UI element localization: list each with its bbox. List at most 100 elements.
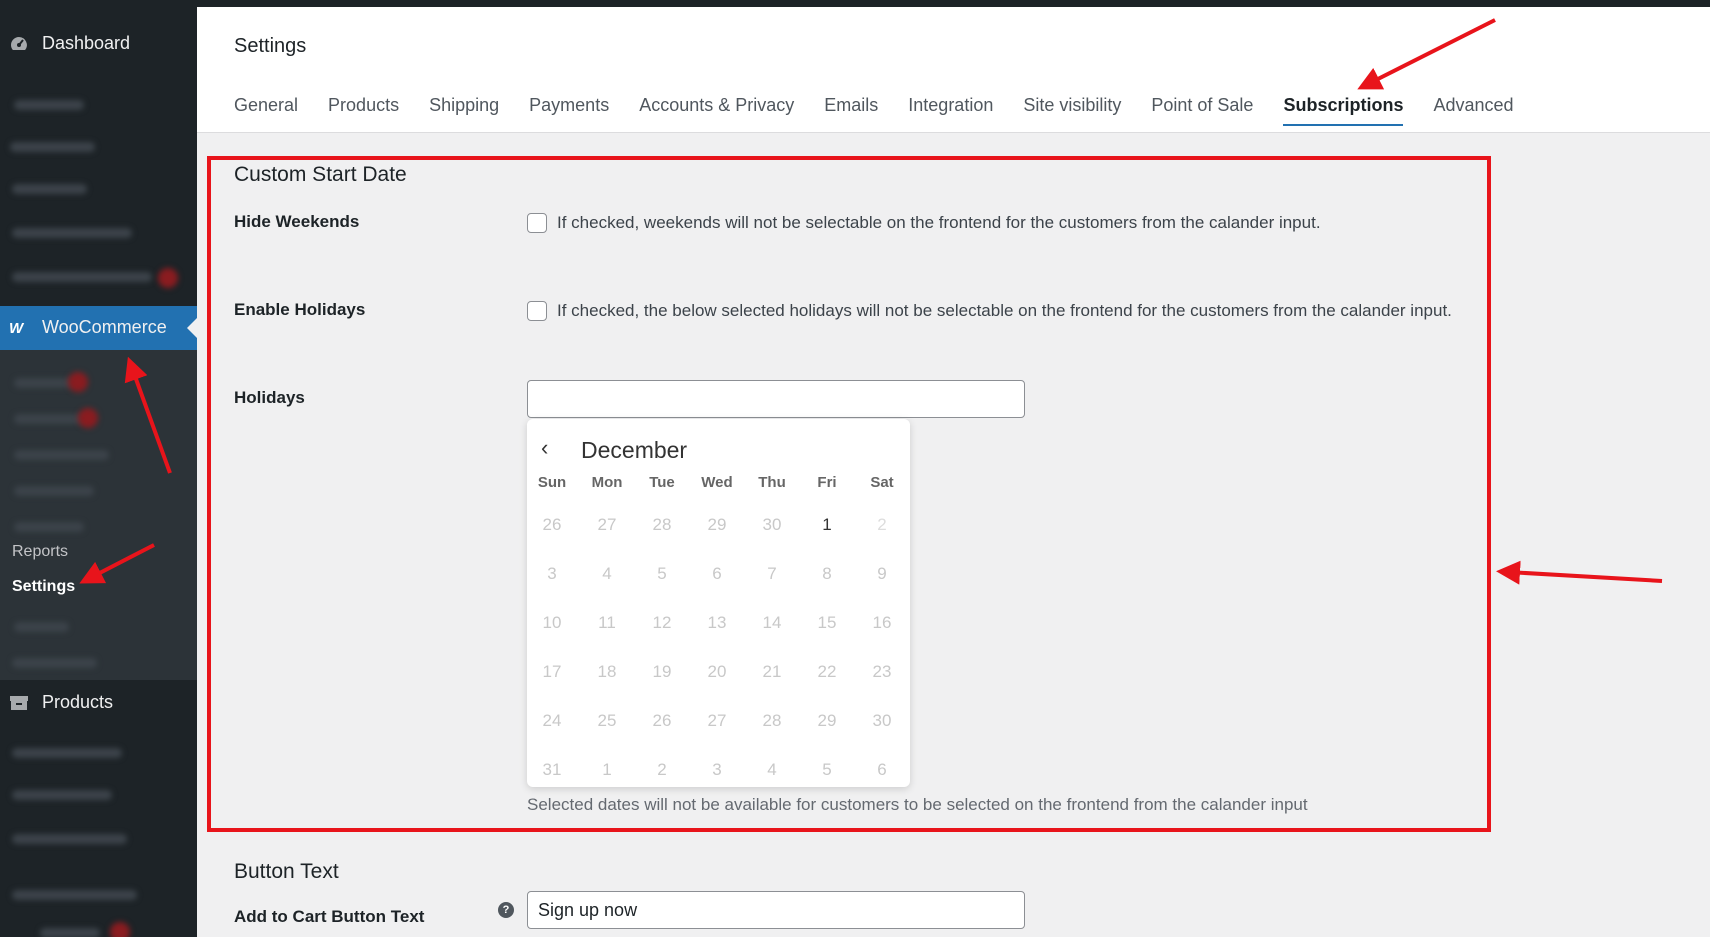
page-title: Settings (234, 35, 307, 57)
tab-point-of-sale[interactable]: Point of Sale (1151, 95, 1253, 126)
calendar-day: 1 (602, 760, 612, 779)
calendar-day: 6 (712, 564, 722, 583)
holidays-label: Holidays (234, 388, 305, 407)
sidebar-item-products[interactable]: Products (0, 683, 197, 723)
archive-box-icon (10, 696, 28, 710)
sidebar-subitem-settings[interactable]: Settings (12, 578, 75, 596)
calendar-day: 24 (542, 711, 562, 730)
settings-main: Settings General Products Shipping Payme… (197, 7, 1710, 937)
calendar-day: 22 (817, 662, 837, 681)
tab-advanced[interactable]: Advanced (1433, 95, 1513, 126)
hide-weekends-label: Hide Weekends (234, 212, 360, 231)
calendar-day: 19 (652, 662, 672, 681)
calendar-day: 23 (872, 662, 892, 681)
blurred-menu-item (12, 748, 122, 758)
tab-site-visibility[interactable]: Site visibility (1023, 95, 1121, 126)
sidebar-subitem-reports[interactable]: Reports (12, 543, 68, 561)
calendar-day: 26 (652, 711, 672, 730)
woocommerce-submenu: Reports Settings (0, 350, 197, 680)
calendar-weekday-header: Sun (537, 474, 567, 491)
calendar-day: 9 (877, 564, 887, 583)
tab-subscriptions[interactable]: Subscriptions (1283, 95, 1404, 126)
calendar-day: 4 (602, 564, 612, 583)
calendar-day: 25 (597, 711, 617, 730)
calendar-day: 14 (762, 613, 782, 632)
calendar-day: 2 (657, 760, 667, 779)
svg-text:W: W (9, 320, 25, 337)
calendar-day: 15 (817, 613, 837, 632)
blurred-submenu-item (14, 414, 84, 424)
hide-weekends-checkbox[interactable] (527, 213, 547, 233)
calendar-day: 8 (822, 564, 832, 583)
blurred-count-badge (158, 268, 178, 288)
calendar-day: 26 (542, 515, 562, 534)
calendar-day: 3 (712, 760, 722, 779)
blurred-menu-item (12, 790, 112, 800)
blurred-count-badge (68, 372, 88, 392)
calendar-weekday-header: Sat (870, 474, 894, 491)
calendar-weekday-header: Fri (817, 474, 837, 491)
calendar-day: 30 (762, 515, 782, 534)
calendar-day: 6 (877, 760, 887, 779)
admin-top-bar (0, 0, 1710, 7)
blurred-menu-item (12, 834, 127, 844)
calendar-day: 27 (597, 515, 617, 534)
add-to-cart-button-text-input[interactable]: Sign up now (527, 891, 1025, 929)
chevron-left-icon[interactable]: ‹ (541, 435, 548, 461)
tab-products[interactable]: Products (328, 95, 399, 126)
holiday-calendar-popup: ‹ December Sun Mon Tue Wed Thu Fri Sat 26 27 28 29… (527, 419, 910, 787)
section-title-button-text: Button Text (234, 860, 339, 883)
tab-general[interactable]: General (234, 95, 298, 126)
calendar-day: 18 (597, 662, 617, 681)
calendar-day: 29 (707, 515, 727, 534)
blurred-count-badge (78, 408, 98, 428)
blurred-menu-item (14, 100, 84, 110)
tab-accounts-privacy[interactable]: Accounts & Privacy (639, 95, 794, 126)
sidebar-item-dashboard[interactable]: Dashboard (0, 24, 197, 64)
sidebar-item-label: WooCommerce (42, 317, 167, 337)
tab-emails[interactable]: Emails (824, 95, 878, 126)
blurred-submenu-item (14, 486, 94, 496)
blurred-menu-item (12, 184, 87, 194)
blurred-menu-item (10, 142, 95, 152)
calendar-day: 16 (872, 613, 892, 632)
calendar-day: 28 (762, 711, 782, 730)
blurred-submenu-item (12, 658, 97, 668)
calendar-day: 27 (707, 711, 727, 730)
calendar-day: 13 (707, 613, 727, 632)
calendar-day[interactable]: 1 (802, 515, 852, 535)
sidebar-item-label: Products (42, 692, 114, 712)
blurred-menu-item (12, 228, 132, 238)
current-menu-pointer (187, 318, 197, 338)
calendar-day: 21 (762, 662, 782, 681)
tab-shipping[interactable]: Shipping (429, 95, 499, 126)
blurred-menu-item (12, 272, 152, 282)
calendar-day: 20 (707, 662, 727, 681)
calendar-day: 4 (767, 760, 777, 779)
calendar-day: 10 (542, 613, 562, 632)
blurred-submenu-item (14, 622, 69, 632)
hide-weekends-description: If checked, weekends will not be selecta… (557, 213, 1321, 232)
tab-integration[interactable]: Integration (908, 95, 993, 126)
tab-payments[interactable]: Payments (529, 95, 609, 126)
enable-holidays-description: If checked, the below selected holidays … (557, 301, 1452, 320)
calendar-day: 5 (657, 564, 667, 583)
calendar-day: 7 (767, 564, 777, 583)
calendar-day: 2 (877, 515, 887, 534)
blurred-submenu-item (14, 378, 74, 388)
calendar-day: 30 (872, 711, 892, 730)
help-question-icon[interactable]: ? (498, 902, 514, 918)
holidays-date-input[interactable] (527, 380, 1025, 418)
calendar-weekday-header: Thu (758, 474, 786, 491)
admin-sidebar: Dashboard W WooCommerce Reports Settings… (0, 0, 197, 937)
holidays-help-text: Selected dates will not be available for… (527, 795, 1308, 814)
blurred-submenu-item (14, 450, 109, 460)
calendar-day: 29 (817, 711, 837, 730)
calendar-day: 31 (542, 760, 562, 779)
section-title-custom-start-date: Custom Start Date (234, 163, 407, 186)
enable-holidays-checkbox[interactable] (527, 301, 547, 321)
calendar-day: 5 (822, 760, 832, 779)
settings-header: Settings General Products Shipping Payme… (197, 7, 1710, 133)
sidebar-item-woocommerce[interactable]: W WooCommerce (0, 306, 197, 350)
calendar-day: 12 (652, 613, 672, 632)
